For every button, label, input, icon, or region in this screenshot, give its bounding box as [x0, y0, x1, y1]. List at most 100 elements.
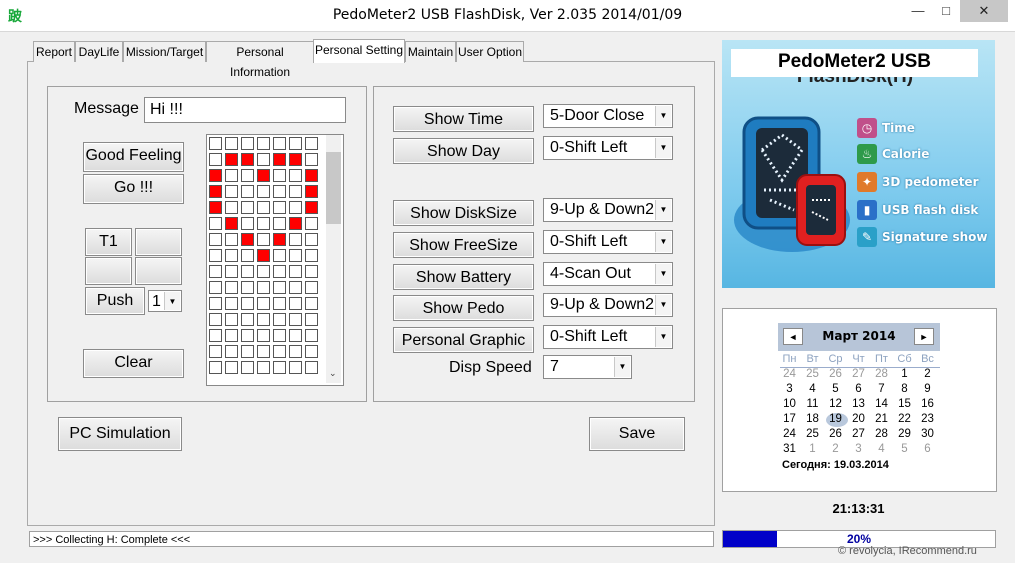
led-cell[interactable] — [305, 329, 318, 342]
calendar-day[interactable]: 27 — [847, 428, 870, 440]
go-button[interactable]: Go !!! — [83, 174, 184, 204]
minimize-button[interactable]: — — [900, 0, 936, 22]
led-cell[interactable] — [305, 185, 318, 198]
tab-daylife[interactable]: DayLife — [75, 41, 123, 62]
calendar-day[interactable]: 28 — [870, 368, 893, 380]
push-button[interactable]: Push — [85, 287, 145, 315]
setting-button[interactable]: Show Pedo — [393, 295, 534, 321]
led-cell[interactable] — [209, 249, 222, 262]
calendar-day[interactable]: 31 — [778, 443, 801, 455]
led-cell[interactable] — [305, 313, 318, 326]
led-cell[interactable] — [273, 185, 286, 198]
led-cell[interactable] — [305, 137, 318, 150]
led-cell[interactable] — [209, 137, 222, 150]
calendar-next-button[interactable]: ► — [914, 328, 934, 345]
t1-button[interactable]: T1 — [85, 228, 132, 256]
led-cell[interactable] — [241, 233, 254, 246]
led-cell[interactable] — [241, 313, 254, 326]
led-cell[interactable] — [241, 217, 254, 230]
calendar-day[interactable]: 7 — [870, 383, 893, 395]
led-cell[interactable] — [305, 361, 318, 374]
calendar-day[interactable]: 5 — [824, 383, 847, 395]
calendar-day[interactable]: 4 — [801, 383, 824, 395]
led-cell[interactable] — [305, 265, 318, 278]
led-cell[interactable] — [257, 217, 270, 230]
led-cell[interactable] — [257, 281, 270, 294]
led-cell[interactable] — [305, 297, 318, 310]
led-cell[interactable] — [241, 361, 254, 374]
calendar-day[interactable]: 30 — [916, 428, 939, 440]
led-cell[interactable] — [273, 313, 286, 326]
led-cell[interactable] — [209, 361, 222, 374]
led-cell[interactable] — [289, 297, 302, 310]
led-cell[interactable] — [209, 345, 222, 358]
led-cell[interactable] — [273, 249, 286, 262]
led-cell[interactable] — [257, 153, 270, 166]
led-cell[interactable] — [225, 137, 238, 150]
calendar-day[interactable]: 22 — [893, 413, 916, 425]
led-cell[interactable] — [273, 329, 286, 342]
led-cell[interactable] — [289, 329, 302, 342]
calendar-day[interactable]: 24 — [778, 428, 801, 440]
calendar-day[interactable]: 19 — [824, 413, 847, 425]
led-cell[interactable] — [305, 217, 318, 230]
calendar-day[interactable]: 26 — [824, 368, 847, 380]
tab-maintain[interactable]: Maintain — [405, 41, 456, 62]
setting-button[interactable]: Personal Graphic — [393, 327, 534, 353]
tab-user-option[interactable]: User Option — [456, 41, 524, 62]
led-cell[interactable] — [305, 249, 318, 262]
led-cell[interactable] — [209, 281, 222, 294]
calendar-day[interactable]: 20 — [847, 413, 870, 425]
led-cell[interactable] — [241, 185, 254, 198]
led-cell[interactable] — [209, 265, 222, 278]
grid-scrollbar-thumb[interactable] — [326, 152, 341, 224]
led-cell[interactable] — [257, 345, 270, 358]
calendar-day[interactable]: 1 — [893, 368, 916, 380]
calendar-day[interactable]: 3 — [778, 383, 801, 395]
led-cell[interactable] — [273, 137, 286, 150]
calendar-day[interactable]: 25 — [801, 368, 824, 380]
calendar-day[interactable]: 25 — [801, 428, 824, 440]
calendar-day[interactable]: 12 — [824, 398, 847, 410]
led-cell[interactable] — [257, 329, 270, 342]
calendar-day[interactable]: 26 — [824, 428, 847, 440]
led-cell[interactable] — [241, 153, 254, 166]
calendar-day[interactable]: 16 — [916, 398, 939, 410]
led-cell[interactable] — [225, 313, 238, 326]
setting-select[interactable]: 4-Scan Out ▼ — [543, 262, 673, 286]
calendar-day[interactable]: 6 — [847, 383, 870, 395]
calendar-day[interactable]: 21 — [870, 413, 893, 425]
calendar-day[interactable]: 1 — [801, 443, 824, 455]
led-cell[interactable] — [225, 185, 238, 198]
led-cell[interactable] — [257, 313, 270, 326]
led-cell[interactable] — [273, 345, 286, 358]
led-cell[interactable] — [305, 281, 318, 294]
led-cell[interactable] — [225, 169, 238, 182]
setting-button[interactable]: Show Day — [393, 138, 534, 164]
good-feeling-button[interactable]: Good Feeling — [83, 142, 184, 172]
led-cell[interactable] — [273, 297, 286, 310]
t3-button[interactable] — [85, 257, 132, 285]
calendar-day[interactable]: 2 — [824, 443, 847, 455]
led-cell[interactable] — [257, 233, 270, 246]
led-cell[interactable] — [305, 201, 318, 214]
calendar-day[interactable]: 11 — [801, 398, 824, 410]
led-cell[interactable] — [305, 169, 318, 182]
led-cell[interactable] — [225, 345, 238, 358]
calendar-day[interactable]: 17 — [778, 413, 801, 425]
led-cell[interactable] — [241, 329, 254, 342]
led-cell[interactable] — [289, 153, 302, 166]
led-cell[interactable] — [209, 233, 222, 246]
led-cell[interactable] — [225, 361, 238, 374]
calendar-day[interactable]: 2 — [916, 368, 939, 380]
led-cell[interactable] — [241, 345, 254, 358]
setting-button[interactable]: Show Battery — [393, 264, 534, 290]
led-cell[interactable] — [241, 297, 254, 310]
calendar-day[interactable]: 14 — [870, 398, 893, 410]
led-cell[interactable] — [209, 297, 222, 310]
led-cell[interactable] — [289, 313, 302, 326]
led-cell[interactable] — [209, 329, 222, 342]
led-cell[interactable] — [289, 185, 302, 198]
led-cell[interactable] — [257, 297, 270, 310]
setting-select[interactable]: 9-Up & Down2 ▼ — [543, 293, 673, 317]
